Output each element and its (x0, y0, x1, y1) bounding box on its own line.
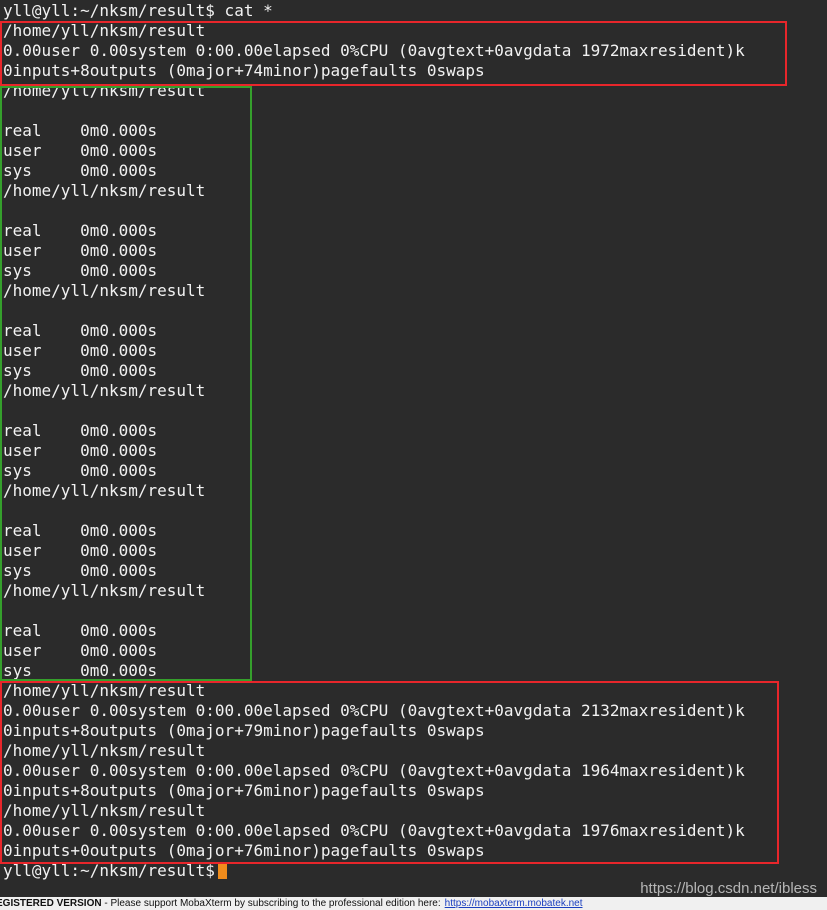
terminal-output-line: 0.00user 0.00system 0:00.00elapsed 0%CPU… (3, 701, 745, 720)
terminal-output-line: /home/yll/nksm/result (3, 21, 206, 40)
terminal-output-line: 0.00user 0.00system 0:00.00elapsed 0%CPU… (3, 761, 745, 780)
terminal-output-line: user 0m0.000s (3, 541, 158, 560)
terminal-output-line: user 0m0.000s (3, 441, 158, 460)
terminal-prompt-line: yll@yll:~/nksm/result$ cat * (3, 1, 273, 20)
terminal-output-line: /home/yll/nksm/result (3, 681, 206, 700)
terminal-output-line: /home/yll/nksm/result (3, 741, 206, 760)
terminal-output-line: user 0m0.000s (3, 141, 158, 160)
terminal-output-line: real 0m0.000s (3, 521, 158, 540)
terminal-output-line: /home/yll/nksm/result (3, 181, 206, 200)
terminal-output-line: sys 0m0.000s (3, 661, 158, 680)
terminal-output-line: /home/yll/nksm/result (3, 581, 206, 600)
terminal-output-line: 0inputs+8outputs (0major+74minor)pagefau… (3, 61, 485, 80)
terminal-output-line: 0inputs+8outputs (0major+79minor)pagefau… (3, 721, 485, 740)
terminal-output-line: user 0m0.000s (3, 341, 158, 360)
terminal-output-line: 0inputs+8outputs (0major+76minor)pagefau… (3, 781, 485, 800)
terminal-output-line: real 0m0.000s (3, 121, 158, 140)
registered-version-label: EGISTERED VERSION (0, 898, 102, 909)
mobaxterm-link[interactable]: https://mobaxterm.mobatek.net (445, 898, 583, 909)
terminal-output-line: sys 0m0.000s (3, 461, 158, 480)
terminal-output-line: sys 0m0.000s (3, 561, 158, 580)
terminal-output-line: 0.00user 0.00system 0:00.00elapsed 0%CPU… (3, 821, 745, 840)
terminal-cursor (217, 862, 227, 879)
terminal-output-line: sys 0m0.000s (3, 361, 158, 380)
terminal-output-line: real 0m0.000s (3, 621, 158, 640)
terminal-output-line: /home/yll/nksm/result (3, 381, 206, 400)
terminal-prompt-line[interactable]: yll@yll:~/nksm/result$ (3, 861, 227, 881)
status-message: - Please support MobaXterm by subscribin… (101, 898, 441, 909)
terminal-output-line: 0.00user 0.00system 0:00.00elapsed 0%CPU… (3, 41, 745, 60)
terminal-output-line: /home/yll/nksm/result (3, 801, 206, 820)
terminal-output-line: real 0m0.000s (3, 221, 158, 240)
watermark-text: https://blog.csdn.net/ibless (640, 880, 817, 897)
status-bar: EGISTERED VERSION - Please support MobaX… (0, 897, 827, 910)
terminal-output-line: /home/yll/nksm/result (3, 81, 206, 100)
terminal-output-line: sys 0m0.000s (3, 261, 158, 280)
terminal-output-line: real 0m0.000s (3, 421, 158, 440)
terminal-output-line: sys 0m0.000s (3, 161, 158, 180)
terminal-window[interactable]: yll@yll:~/nksm/result$ cat */home/yll/nk… (0, 0, 827, 897)
terminal-output-line: user 0m0.000s (3, 241, 158, 260)
terminal-output-line: /home/yll/nksm/result (3, 281, 206, 300)
terminal-output-line: /home/yll/nksm/result (3, 481, 206, 500)
terminal-output-line: user 0m0.000s (3, 641, 158, 660)
terminal-output-line: 0inputs+0outputs (0major+76minor)pagefau… (3, 841, 485, 860)
terminal-output-line: real 0m0.000s (3, 321, 158, 340)
